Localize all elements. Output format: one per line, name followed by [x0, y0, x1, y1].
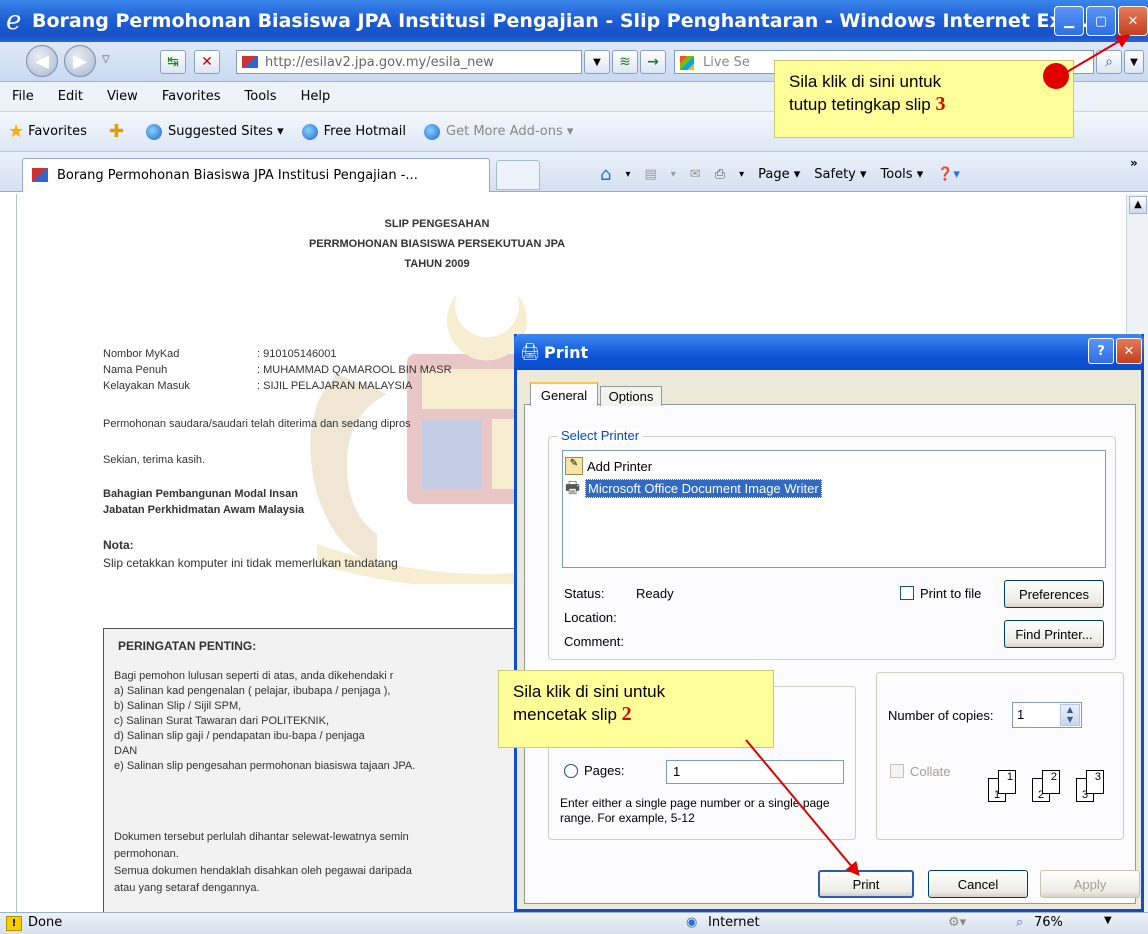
- close-arrow: [1059, 34, 1131, 77]
- annotation-arrows: [745, 34, 1131, 877]
- print-arrow: [745, 739, 860, 877]
- red-dot-marker-icon: [1043, 63, 1069, 89]
